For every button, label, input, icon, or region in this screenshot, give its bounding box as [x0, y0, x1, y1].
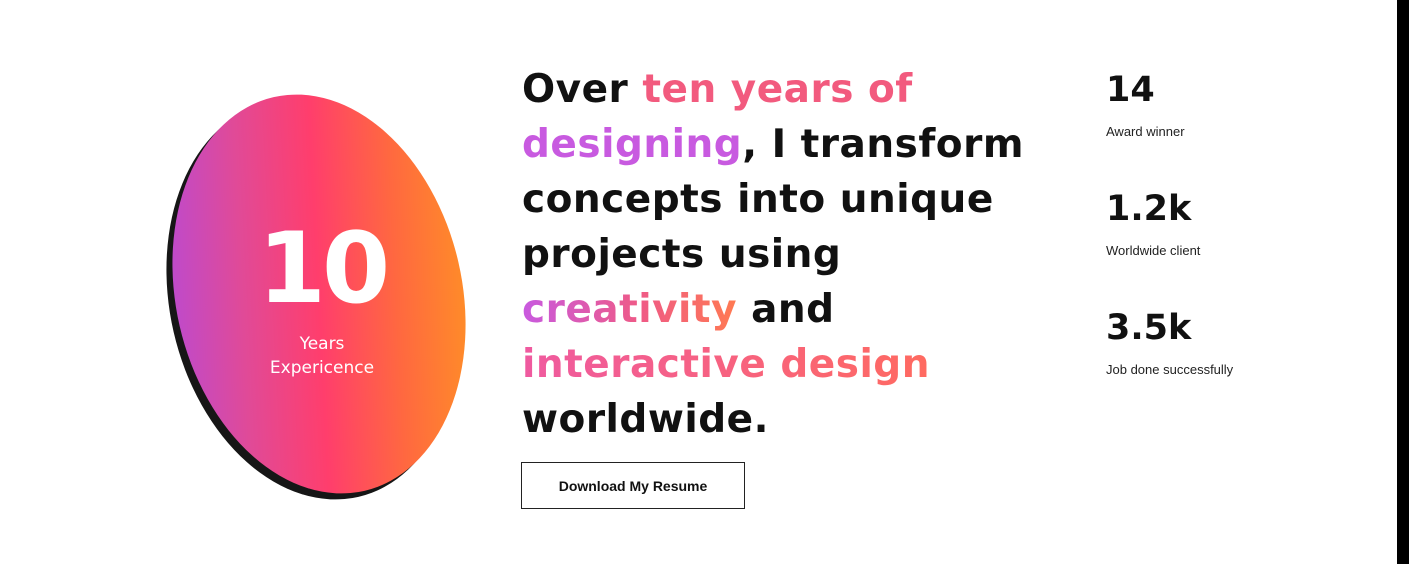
badge-text: 10 Years Expericence [172, 92, 472, 504]
stat-value: 1.2k [1106, 189, 1192, 229]
headline-text-transform: , I transform [742, 122, 1024, 167]
stat-label: Job done successfully [1106, 362, 1234, 377]
headline-highlight-ten-years: ten years of [642, 67, 913, 112]
years-label-line2: Expericence [269, 358, 375, 378]
stat-value: 3.5k [1106, 308, 1192, 348]
headline-text-projects: projects using [522, 232, 842, 277]
headline-text-worldwide: worldwide. [522, 397, 769, 442]
intro-headline: Over ten years of designing, I transform… [522, 62, 1062, 447]
stat-label: Worldwide client [1106, 243, 1201, 258]
download-resume-button[interactable]: Download My Resume [521, 462, 745, 509]
stat-awards: 14 Award winner [1106, 70, 1366, 189]
stat-value: 14 [1106, 70, 1155, 110]
years-label-line1: Years [299, 334, 345, 354]
years-label: Years Expericence [172, 332, 472, 380]
headline-highlight-creativity: creativity [522, 287, 737, 332]
headline-word-over: Over [522, 67, 629, 112]
stat-label: Award winner [1106, 124, 1185, 139]
about-section: 10 Years Expericence Over ten years of d… [0, 0, 1409, 564]
stat-jobs: 3.5k Job done successfully [1106, 308, 1366, 427]
stat-clients: 1.2k Worldwide client [1106, 189, 1366, 308]
years-count: 10 [257, 212, 390, 326]
headline-highlight-interactive-design: interactive design [522, 342, 930, 387]
headline-text-concepts: concepts into unique [522, 177, 994, 222]
headline-highlight-designing: designing [522, 122, 743, 167]
stats-list: 14 Award winner 1.2k Worldwide client 3.… [1106, 70, 1366, 427]
window-edge-bar [1397, 0, 1409, 564]
headline-text-and: and [751, 287, 835, 332]
